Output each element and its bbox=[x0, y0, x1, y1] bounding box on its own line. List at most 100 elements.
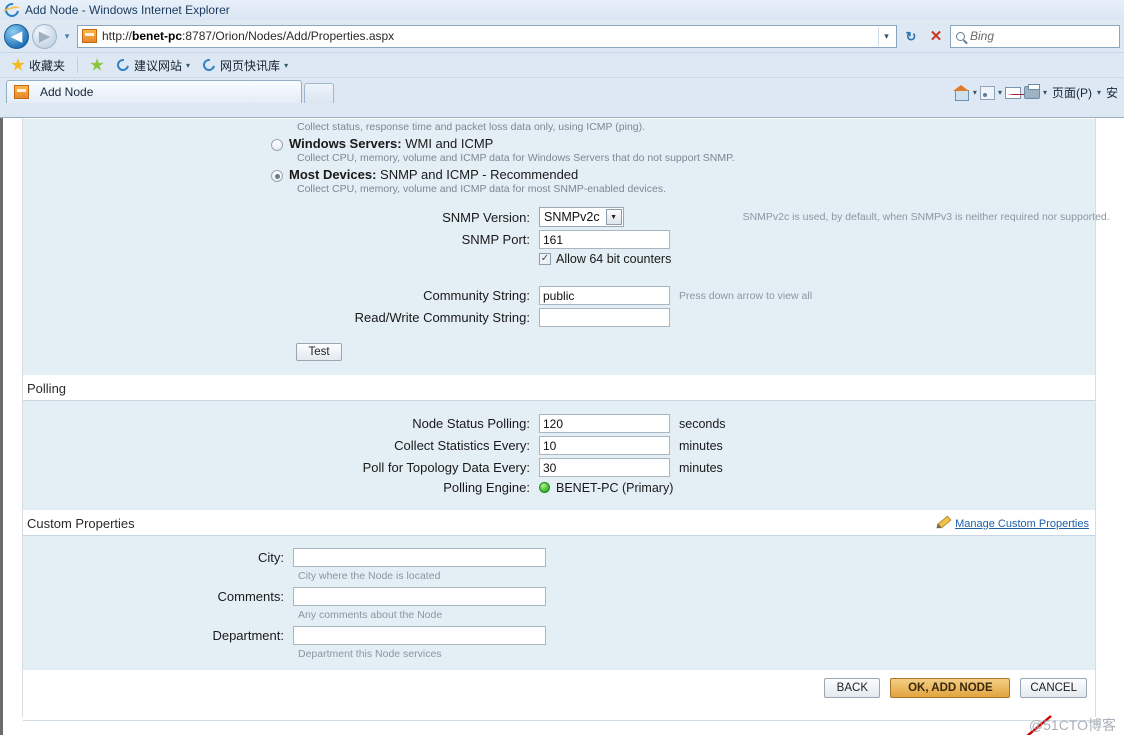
back-button-form[interactable]: BACK bbox=[824, 678, 881, 698]
search-icon bbox=[956, 31, 965, 41]
city-row: City: bbox=[23, 548, 1095, 567]
department-input[interactable] bbox=[293, 626, 546, 645]
polling-section-title: Polling bbox=[27, 381, 67, 396]
favorites-item-suggested-sites[interactable]: 建议网站 ▾ bbox=[113, 56, 193, 74]
custom-properties-header: Custom Properties Manage Custom Properti… bbox=[23, 510, 1095, 536]
watermark: @51CTO博客 bbox=[1028, 717, 1116, 733]
node-status-polling-unit: seconds bbox=[679, 416, 726, 431]
mail-icon[interactable] bbox=[1004, 86, 1021, 99]
search-box[interactable]: Bing bbox=[950, 24, 1120, 48]
collect-statistics-unit: minutes bbox=[679, 438, 723, 453]
node-status-polling-label: Node Status Polling: bbox=[412, 416, 530, 431]
node-status-polling-row: Node Status Polling: seconds bbox=[23, 414, 1095, 433]
back-button[interactable]: ◀ bbox=[4, 23, 29, 49]
test-button[interactable]: Test bbox=[296, 343, 342, 361]
radio-icon[interactable] bbox=[271, 139, 283, 151]
snmp-port-row: SNMP Port: bbox=[23, 230, 1095, 249]
address-bar[interactable]: http://benet-pc:8787/Orion/Nodes/Add/Pro… bbox=[77, 24, 897, 48]
department-row: Department: bbox=[23, 626, 1095, 645]
safety-menu-button[interactable]: 安 bbox=[1104, 84, 1120, 101]
cancel-button[interactable]: CANCEL bbox=[1020, 678, 1087, 698]
most-devices-hint: Collect CPU, memory, volume and ICMP dat… bbox=[297, 183, 667, 195]
polling-section: Node Status Polling: seconds Collect Sta… bbox=[23, 401, 1095, 510]
radio-option-label: Windows Servers: WMI and ICMP bbox=[289, 136, 494, 151]
checkbox-icon-checked[interactable]: ✓ bbox=[539, 253, 551, 265]
ok-add-node-button[interactable]: OK, ADD NODE bbox=[890, 678, 1011, 698]
snmp-version-row: SNMP Version: SNMPv2c ▼ SNMPv2c is used,… bbox=[23, 207, 1110, 227]
collect-statistics-label: Collect Statistics Every: bbox=[394, 438, 530, 453]
rw-community-string-input[interactable] bbox=[539, 308, 670, 327]
polling-section-header: Polling bbox=[23, 375, 1095, 401]
favorites-item-label: 建议网站 bbox=[134, 58, 183, 73]
radio-option-windows-servers[interactable]: Windows Servers: WMI and ICMP bbox=[23, 136, 1095, 151]
favorites-label: 收藏夹 bbox=[29, 58, 66, 73]
site-favicon-icon bbox=[82, 29, 97, 43]
allow-64bit-checkbox[interactable]: ✓ Allow 64 bit counters bbox=[539, 252, 671, 266]
radio-icon-selected[interactable] bbox=[271, 170, 283, 182]
print-icon[interactable] bbox=[1023, 84, 1040, 99]
chevron-down-icon[interactable]: ▾ bbox=[1043, 88, 1047, 97]
manage-custom-properties-link[interactable]: Manage Custom Properties bbox=[955, 518, 1089, 530]
address-bar-url: http://benet-pc:8787/Orion/Nodes/Add/Pro… bbox=[102, 29, 395, 43]
snmp-port-input[interactable] bbox=[539, 230, 670, 249]
polling-engine-value: BENET-PC (Primary) bbox=[556, 480, 674, 495]
community-string-row: Community String: Press down arrow to vi… bbox=[23, 286, 1095, 305]
recent-pages-caret-icon[interactable]: ▾ bbox=[60, 31, 74, 42]
department-hint: Department this Node services bbox=[298, 648, 442, 660]
favorites-bar: 收藏夹 建议网站 ▾ 网页快讯库 ▾ bbox=[0, 52, 1124, 77]
city-label: City: bbox=[258, 550, 284, 565]
snmp-port-label: SNMP Port: bbox=[461, 232, 530, 247]
chevron-down-icon[interactable]: ▾ bbox=[284, 61, 288, 70]
chevron-down-icon[interactable]: ▾ bbox=[973, 88, 977, 97]
community-string-label: Community String: bbox=[423, 288, 530, 303]
browser-window: Add Node - Windows Internet Explorer ◀ ▶… bbox=[0, 0, 1124, 735]
snmp-version-value: SNMPv2c bbox=[544, 210, 600, 224]
search-input[interactable]: Bing bbox=[970, 29, 994, 43]
address-dropdown-icon[interactable]: ▾ bbox=[878, 26, 894, 46]
tab-add-node[interactable]: Add Node bbox=[6, 80, 302, 103]
custom-properties-section: City: City where the Node is located Com… bbox=[23, 536, 1095, 670]
chevron-down-icon[interactable]: ▾ bbox=[998, 88, 1002, 97]
new-tab-button[interactable] bbox=[304, 83, 334, 103]
node-status-polling-input[interactable] bbox=[539, 414, 670, 433]
rw-community-string-label: Read/Write Community String: bbox=[354, 310, 530, 325]
collect-statistics-input[interactable] bbox=[539, 436, 670, 455]
ie-e-icon bbox=[200, 56, 218, 74]
comments-input[interactable] bbox=[293, 587, 546, 606]
favorites-item-web-slice-gallery[interactable]: 网页快讯库 ▾ bbox=[199, 56, 291, 74]
rss-feeds-icon[interactable] bbox=[979, 85, 995, 100]
add-to-favorites-button[interactable] bbox=[87, 58, 107, 72]
stop-button[interactable]: ✕ bbox=[925, 25, 947, 48]
favorites-button[interactable]: 收藏夹 bbox=[8, 57, 68, 74]
forward-arrow-icon: ▶ bbox=[38, 27, 51, 45]
refresh-button[interactable]: ↻ bbox=[900, 25, 922, 48]
custom-properties-title: Custom Properties bbox=[27, 516, 135, 531]
topology-poll-input[interactable] bbox=[539, 458, 670, 477]
star-plus-icon bbox=[90, 58, 104, 71]
snmp-version-select[interactable]: SNMPv2c ▼ bbox=[539, 207, 624, 227]
radio-option-label: Most Devices: SNMP and ICMP - Recommende… bbox=[289, 167, 579, 182]
icmp-option-hint: Collect status, response time and packet… bbox=[297, 121, 646, 133]
page-viewport: Collect status, response time and packet… bbox=[0, 117, 1124, 735]
chevron-down-icon[interactable]: ▾ bbox=[186, 61, 190, 70]
comments-row: Comments: bbox=[23, 587, 1095, 606]
star-icon bbox=[11, 58, 25, 71]
collect-statistics-row: Collect Statistics Every: minutes bbox=[23, 436, 1095, 455]
city-hint: City where the Node is located bbox=[298, 570, 441, 582]
rw-community-string-row: Read/Write Community String: bbox=[23, 308, 1095, 327]
pencil-icon bbox=[936, 517, 950, 531]
allow-64bit-label: Allow 64 bit counters bbox=[556, 252, 672, 266]
city-input[interactable] bbox=[293, 548, 546, 567]
chevron-down-icon[interactable]: ▼ bbox=[605, 209, 622, 225]
home-icon[interactable] bbox=[952, 85, 970, 101]
forward-button[interactable]: ▶ bbox=[32, 23, 57, 49]
snmp-version-hint: SNMPv2c is used, by default, when SNMPv3… bbox=[742, 211, 1110, 223]
radio-option-most-devices[interactable]: Most Devices: SNMP and ICMP - Recommende… bbox=[23, 167, 1095, 182]
ie-logo-icon bbox=[2, 0, 22, 20]
page-menu-button[interactable]: 页面(P) bbox=[1050, 84, 1094, 101]
comments-label: Comments: bbox=[217, 589, 284, 604]
chevron-down-icon[interactable]: ▾ bbox=[1097, 88, 1101, 97]
polling-method-section: Collect status, response time and packet… bbox=[23, 119, 1110, 375]
community-string-input[interactable] bbox=[539, 286, 670, 305]
footer-divider bbox=[23, 720, 1095, 721]
